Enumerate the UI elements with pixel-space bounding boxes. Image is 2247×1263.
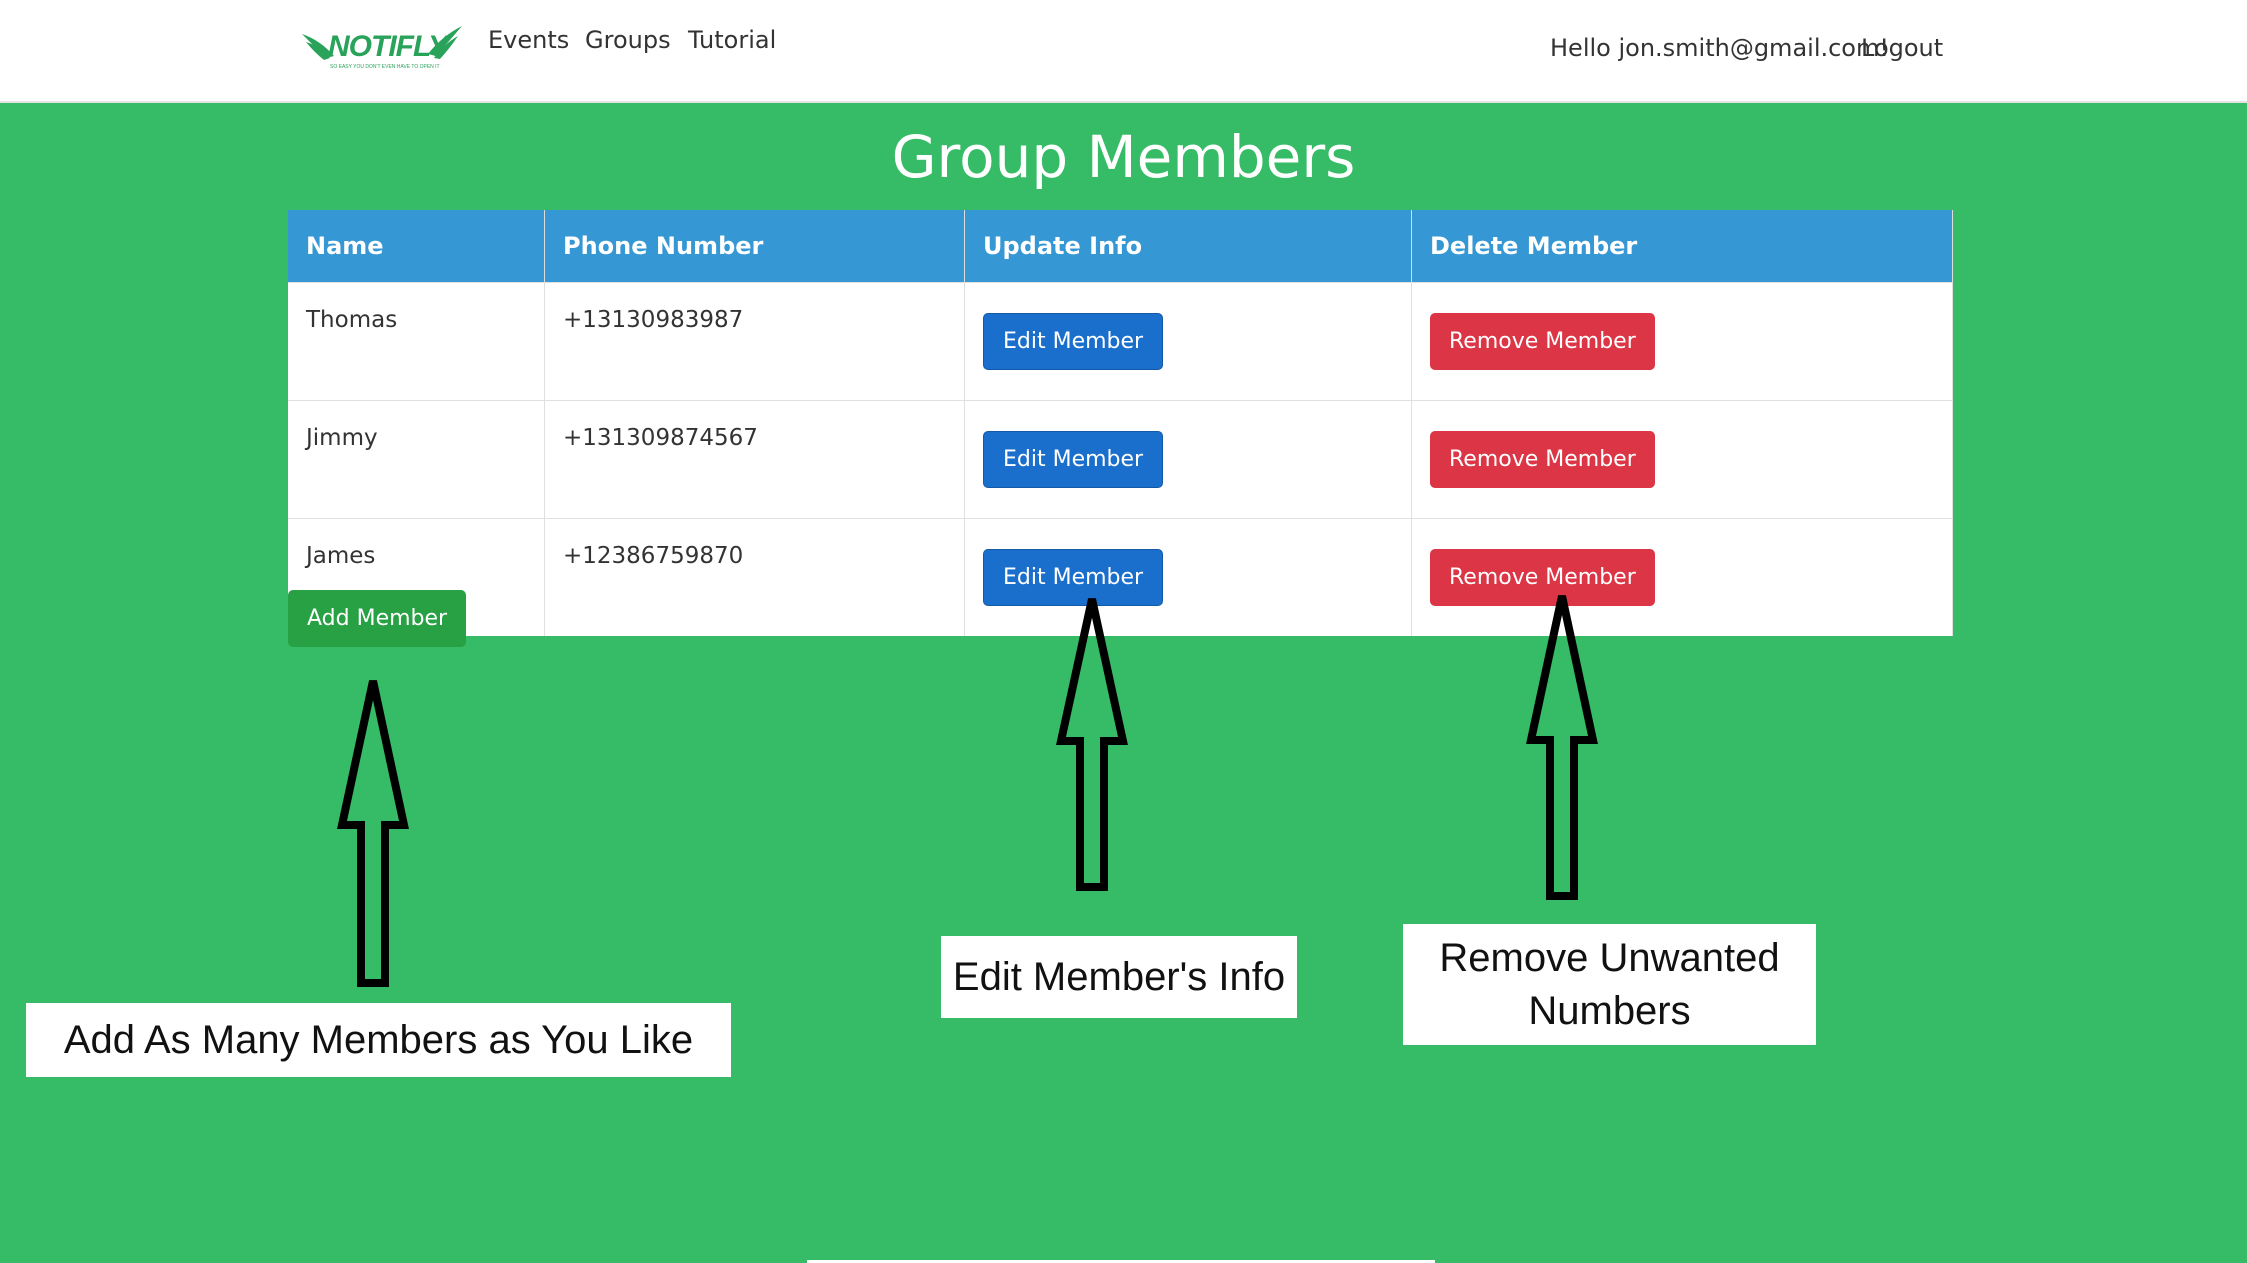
member-phone: +131309874567 <box>544 400 965 519</box>
member-phone: +13130983987 <box>544 282 965 401</box>
add-member-button[interactable]: Add Member <box>288 590 467 647</box>
up-arrow-icon <box>1056 598 1128 891</box>
delete-cell: Remove Member <box>1411 282 1953 401</box>
remove-member-button[interactable]: Remove Member <box>1430 313 1655 370</box>
column-header-name: Name <box>288 210 545 283</box>
edit-member-button[interactable]: Edit Member <box>983 431 1164 488</box>
logo-tagline: SO EASY YOU DON'T EVEN HAVE TO OPEN IT <box>330 64 440 70</box>
annotation-remove-line1: Remove Unwanted <box>1439 936 1780 980</box>
delete-cell: Remove Member <box>1411 518 1953 636</box>
delete-cell: Remove Member <box>1411 400 1953 519</box>
up-arrow-icon <box>1526 595 1598 900</box>
members-table: Name Phone Number Update Info Delete Mem… <box>288 210 1953 636</box>
nav-link-groups[interactable]: Groups <box>585 26 671 54</box>
logout-link[interactable]: Logout <box>1861 34 1943 62</box>
column-header-update: Update Info <box>964 210 1412 283</box>
update-cell: Edit Member <box>964 400 1412 519</box>
user-greeting: Hello jon.smith@gmail.com! <box>1550 34 1889 62</box>
nav-link-tutorial[interactable]: Tutorial <box>688 26 776 54</box>
annotation-edit-info: Edit Member's Info <box>941 936 1297 1018</box>
up-arrow-icon <box>337 680 409 987</box>
annotation-add-members: Add As Many Members as You Like <box>26 1003 731 1077</box>
member-name: Thomas <box>288 282 545 401</box>
table-row: Jimmy +131309874567 Edit Member Remove M… <box>288 400 1953 519</box>
member-phone: +12386759870 <box>544 518 965 636</box>
column-header-delete: Delete Member <box>1411 210 1953 283</box>
table-header-row: Name Phone Number Update Info Delete Mem… <box>288 210 1953 283</box>
annotation-remove-line2: Numbers <box>1528 989 1691 1033</box>
edit-member-button[interactable]: Edit Member <box>983 313 1164 370</box>
annotation-remove-numbers: Remove Unwanted Numbers <box>1403 924 1816 1045</box>
update-cell: Edit Member <box>964 518 1412 636</box>
logo-text: NOTIFLY <box>328 30 448 63</box>
navbar: NOTIFLY SO EASY YOU DON'T EVEN HAVE TO O… <box>0 0 2247 103</box>
notifly-logo[interactable]: NOTIFLY SO EASY YOU DON'T EVEN HAVE TO O… <box>300 22 464 74</box>
page-title: Group Members <box>891 123 1356 191</box>
column-header-phone: Phone Number <box>544 210 965 283</box>
update-cell: Edit Member <box>964 282 1412 401</box>
table-row: Thomas +13130983987 Edit Member Remove M… <box>288 282 1953 401</box>
remove-member-button[interactable]: Remove Member <box>1430 431 1655 488</box>
nav-link-events[interactable]: Events <box>488 26 569 54</box>
member-name: Jimmy <box>288 400 545 519</box>
